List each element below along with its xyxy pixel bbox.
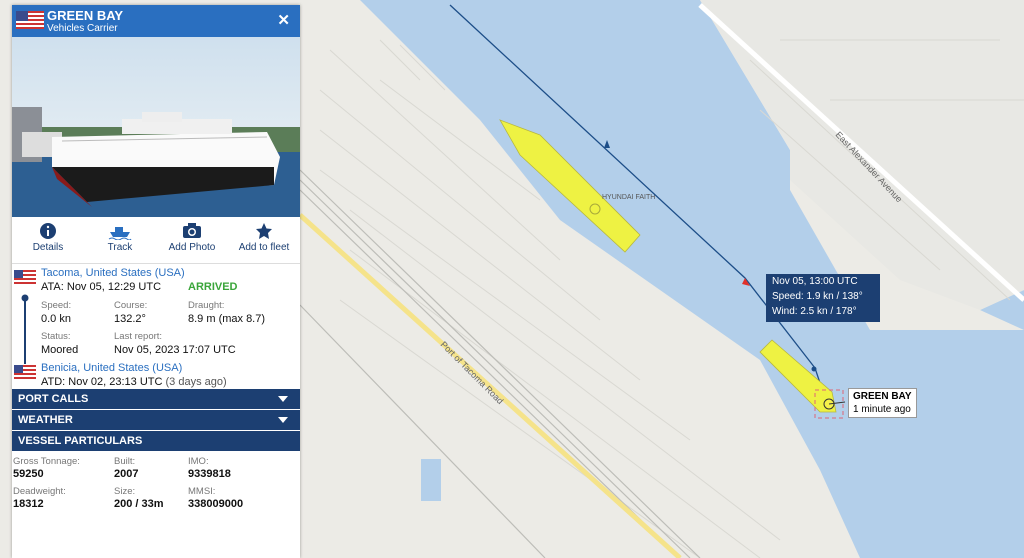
usa-flag-icon (14, 270, 36, 284)
details-label: Details (32, 242, 64, 253)
departure-time: ATD: Nov 02, 23:13 UTC (3 days ago) (41, 376, 227, 388)
deadweight-label: Deadweight: (13, 486, 66, 497)
track-tooltip: Nov 05, 13:00 UTC Speed: 1.9 kn / 138° W… (766, 274, 880, 322)
status-badge: ARRIVED (188, 281, 238, 293)
speed-value: 0.0 kn (41, 313, 71, 325)
ship-label-name: GREEN BAY (853, 391, 912, 402)
port-calls-section[interactable]: PORT CALLS (12, 389, 300, 410)
built-label: Built: (114, 456, 136, 467)
vessel-name: GREEN BAY (47, 8, 124, 23)
chevron-down-icon (278, 417, 288, 423)
port-calls-title: PORT CALLS (18, 393, 89, 405)
ship-label-hyundai-faith: HYUNDAI FAITH (602, 194, 655, 201)
vessel-photo-image (12, 37, 300, 217)
vessel-particulars: Gross Tonnage: 59250 Built: 2007 IMO: 93… (12, 452, 300, 532)
tooltip-wind: Wind: 2.5 kn / 178° (772, 306, 857, 317)
track-label: Track (107, 242, 133, 253)
add-photo-label: Add Photo (168, 242, 216, 253)
imo-label: IMO: (188, 456, 209, 467)
usa-flag-icon (14, 365, 36, 379)
speed-label: Speed: (41, 300, 72, 311)
tooltip-speed: Speed: 1.9 kn / 138° (772, 291, 863, 302)
route-line (21, 294, 29, 364)
tooltip-time: Nov 05, 13:00 UTC (772, 276, 858, 287)
imo-value: 9339818 (188, 468, 231, 480)
chevron-down-icon (278, 396, 288, 402)
deadweight-value: 18312 (13, 498, 44, 510)
weather-title: WEATHER (18, 414, 73, 426)
arrival-time: ATA: Nov 05, 12:29 UTC (41, 281, 162, 293)
departure-atd: ATD: Nov 02, 23:13 UTC (41, 376, 163, 388)
course-value: 132.2° (114, 313, 146, 325)
add-photo-button[interactable]: Add Photo (156, 217, 228, 263)
vessel-type: Vehicles Carrier (47, 23, 118, 34)
action-bar: Details Track Add Photo Add to fleet (12, 217, 300, 264)
vessel-photo[interactable] (12, 37, 300, 217)
ship-label-ago: 1 minute ago (853, 404, 911, 415)
draught-label: Draught: (188, 300, 225, 311)
ship-icon (108, 227, 132, 240)
track-button[interactable]: Track (84, 217, 156, 263)
vessel-particulars-section[interactable]: VESSEL PARTICULARS (12, 431, 300, 452)
weather-section[interactable]: WEATHER (12, 410, 300, 431)
voyage-info: Tacoma, United States (USA) ATA: Nov 05,… (12, 264, 300, 389)
details-button[interactable]: Details (12, 217, 84, 263)
status-label: Status: (41, 331, 71, 342)
usa-flag-icon (16, 11, 44, 29)
vessel-panel: GREEN BAY Vehicles Carrier ✕ Details Tra… (12, 5, 300, 558)
departure-ago: (3 days ago) (165, 376, 227, 388)
add-to-fleet-button[interactable]: Add to fleet (228, 217, 300, 263)
status-value: Moored (41, 344, 79, 356)
star-icon (256, 223, 272, 239)
water-pond (421, 459, 441, 501)
vessel-header: GREEN BAY Vehicles Carrier ✕ (12, 5, 300, 37)
departure-port-link[interactable]: Benicia, United States (USA) (41, 362, 182, 374)
last-report-label: Last report: (114, 331, 163, 342)
draught-value: 8.9 m (max 8.7) (188, 313, 266, 325)
mmsi-label: MMSI: (188, 486, 216, 497)
course-label: Course: (114, 300, 148, 311)
vessel-particulars-title: VESSEL PARTICULARS (18, 435, 143, 447)
ship-label-green-bay[interactable]: GREEN BAY 1 minute ago (848, 388, 917, 418)
size-value: 200 / 33m (114, 498, 164, 510)
built-value: 2007 (114, 468, 139, 480)
size-label: Size: (114, 486, 136, 497)
track-point (811, 366, 817, 372)
camera-icon (183, 223, 201, 238)
last-report-value: Nov 05, 2023 17:07 UTC (114, 344, 236, 356)
info-icon (40, 223, 56, 239)
gross-tonnage-value: 59250 (13, 468, 44, 480)
gross-tonnage-label: Gross Tonnage: (13, 456, 80, 467)
close-icon[interactable]: ✕ (277, 11, 290, 29)
add-to-fleet-label: Add to fleet (238, 242, 290, 253)
mmsi-value: 338009000 (188, 498, 244, 510)
arrival-port-link[interactable]: Tacoma, United States (USA) (41, 267, 185, 279)
